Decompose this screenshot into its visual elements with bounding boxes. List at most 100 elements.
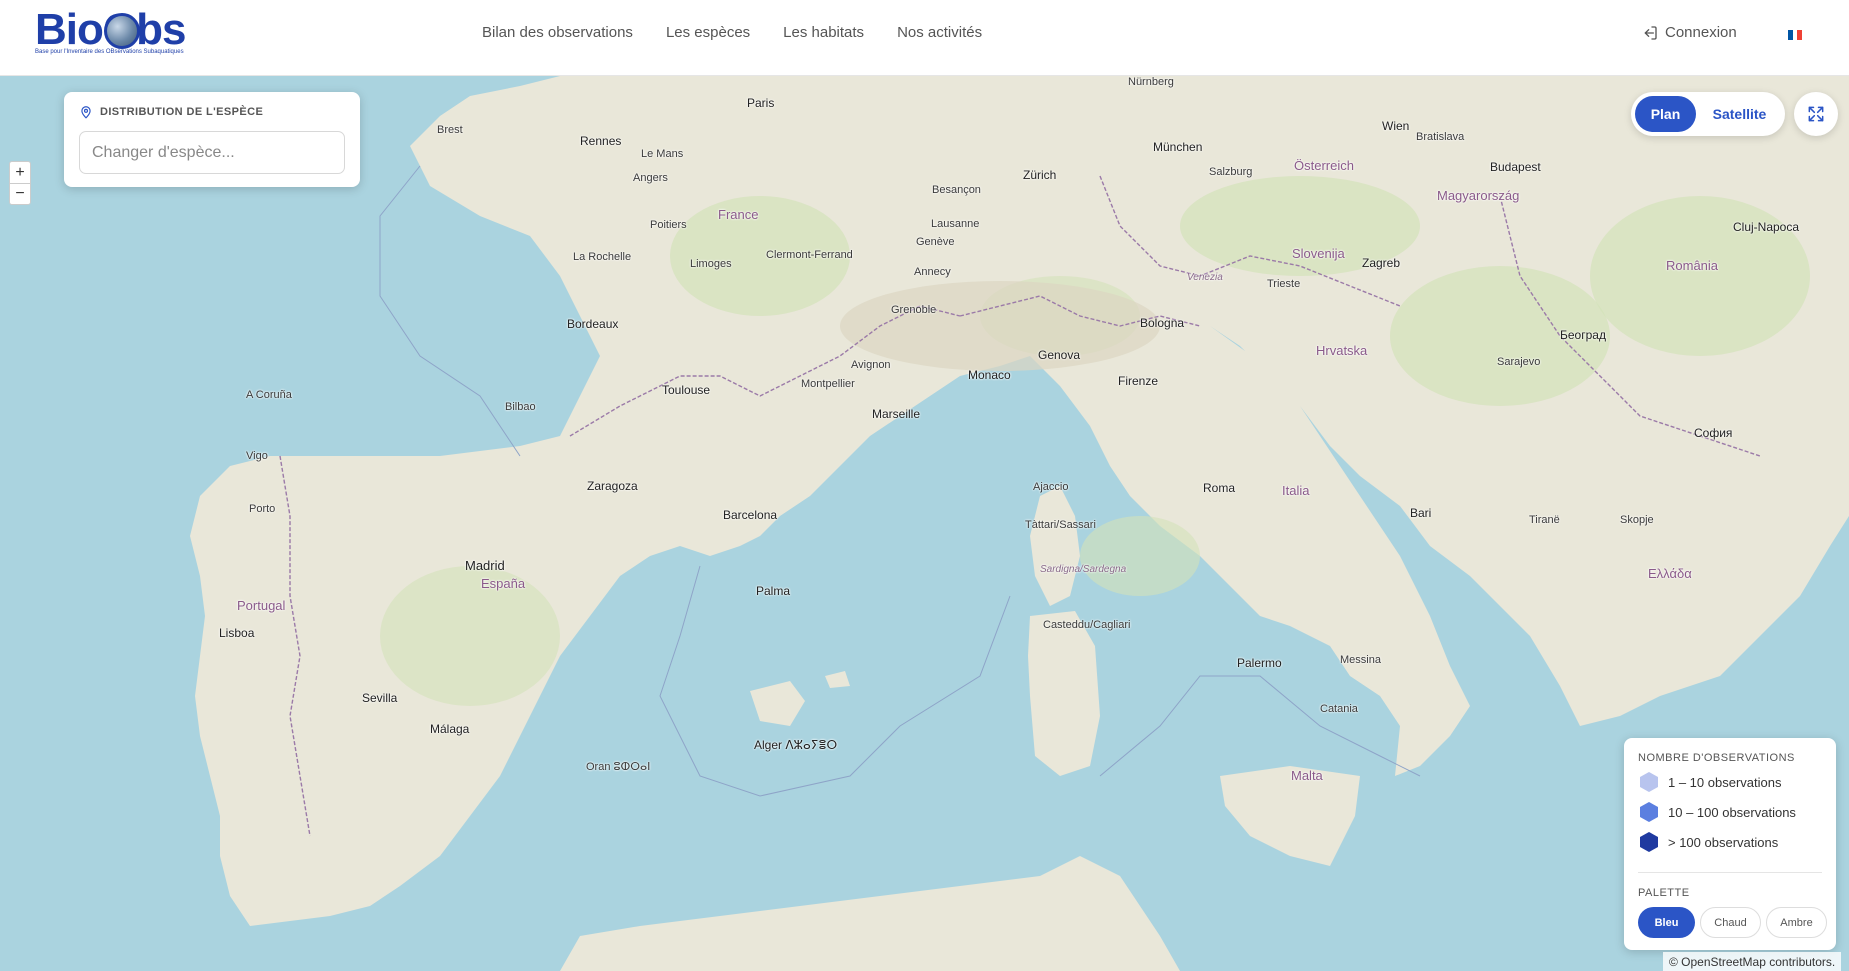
place-budapest: Budapest [1490,160,1541,174]
land-mallorca [750,681,805,726]
land-sardinia [1028,611,1100,776]
place-genova: Genova [1038,348,1081,362]
place-munchen: München [1153,140,1203,154]
place-clermont: Clermont-Ferrand [766,249,853,261]
bioobs-logo[interactable]: BioObs Base pour l'Inventaire des OBserv… [35,8,195,62]
place-skopje: Skopje [1620,514,1654,526]
land-menorca [825,671,850,688]
main-nav: Bilan des observations Les espèces Les h… [482,24,982,41]
species-search-input[interactable] [79,131,345,174]
species-panel-title: DISTRIBUTION DE L'ESPÈCE [100,106,264,118]
place-montpellier: Montpellier [801,378,855,390]
place-cluj: Cluj-Napoca [1733,220,1800,234]
place-porto: Porto [249,503,276,515]
place-rennes: Rennes [580,134,622,148]
place-malta: Malta [1291,768,1323,783]
place-trieste: Trieste [1267,278,1301,290]
place-salzburg: Salzburg [1209,166,1253,178]
place-annecy: Annecy [914,266,951,278]
place-poitiers: Poitiers [650,219,687,231]
nav-habitats[interactable]: Les habitats [783,24,864,41]
place-osterreich: Österreich [1294,158,1354,173]
place-sarajevo: Sarajevo [1497,356,1541,368]
maritime-line [1099,675,1421,777]
zoom-in-button[interactable]: + [10,162,30,183]
place-sassari: Tàttari/Sassari [1025,519,1096,531]
place-bari: Bari [1410,506,1432,520]
place-madrid: Madrid [465,558,505,573]
place-angers: Angers [633,172,668,184]
place-grenoble: Grenoble [891,304,937,316]
place-slovenija: Slovenija [1292,246,1345,261]
land-corsica [1030,486,1080,606]
hexagon-icon [1640,802,1658,822]
place-bratislava: Bratislava [1416,131,1465,143]
place-wien: Wien [1382,119,1410,133]
place-besancon: Besançon [932,184,981,196]
zoom-control: + − [9,161,31,205]
place-oran: Oran ⵓⵀⵔⴰⵏ [586,761,651,773]
place-espana: España [481,576,526,591]
map-view[interactable]: Paris Rennes Brest Le Mans Angers Poitie… [0,76,1849,971]
forest-patch [1080,516,1200,596]
place-malaga: Málaga [430,722,470,736]
place-toulouse: Toulouse [662,383,711,397]
place-romania: România [1666,258,1719,273]
place-brest: Brest [437,124,463,136]
land-north-africa [560,856,1180,971]
palette-selector: Bleu Chaud Ambre [1638,907,1827,938]
land-sicily [1220,766,1360,866]
species-panel-header: DISTRIBUTION DE L'ESPÈCE [79,105,263,119]
legend-label: 10 – 100 observations [1668,804,1796,820]
map-attribution: © OpenStreetMap contributors. [1663,952,1842,971]
place-magyarorszag: Magyarország [1437,188,1520,203]
osm-attribution-link[interactable]: © OpenStreetMap contributors. [1669,955,1835,969]
place-palma: Palma [756,584,791,598]
place-greece: Ελλάδα [1648,566,1692,581]
place-zurich: Zürich [1023,168,1057,182]
place-marseille: Marseille [872,407,921,421]
place-lausanne: Lausanne [931,218,980,230]
place-venezia: Venezia [1187,272,1223,283]
place-limoges: Limoges [690,258,732,270]
place-a-coruna: A Coruña [246,389,292,401]
login-icon [1644,25,1657,40]
place-lisboa: Lisboa [219,626,255,640]
palette-bleu-button[interactable]: Bleu [1638,907,1695,938]
alps-relief [840,281,1160,371]
french-flag-icon[interactable] [1788,30,1803,40]
hexagon-icon [1640,832,1658,852]
legend-item-low: 1 – 10 observations [1638,771,1781,793]
nav-bilan-observations[interactable]: Bilan des observations [482,24,633,41]
legend-item-high: > 100 observations [1638,831,1778,853]
place-zaragoza: Zaragoza [587,479,638,493]
legend-label: > 100 observations [1668,834,1779,850]
palette-ambre-button[interactable]: Ambre [1766,907,1827,938]
login-label: Connexion [1665,24,1737,41]
place-sardegna: Sardigna/Sardegna [1040,564,1127,575]
login-button[interactable]: Connexion [1642,24,1737,41]
palette-chaud-button[interactable]: Chaud [1700,907,1761,938]
place-bilbao: Bilbao [505,401,536,413]
place-sofia: София [1694,426,1733,440]
satellite-layer-button[interactable]: Satellite [1702,96,1777,132]
place-france: France [718,207,759,222]
map-basemap [0,76,1849,971]
fullscreen-button[interactable] [1794,92,1838,136]
place-vigo: Vigo [246,450,268,462]
species-distribution-panel: DISTRIBUTION DE L'ESPÈCE [64,92,360,187]
place-sevilla: Sevilla [362,691,398,705]
land-europe [0,76,1849,926]
nav-activites[interactable]: Nos activités [897,24,982,41]
logo-globe-icon [104,13,140,49]
nav-especes[interactable]: Les espèces [666,24,750,41]
logo-tagline: Base pour l'Inventaire des OBservations … [35,49,184,55]
place-monaco: Monaco [968,368,1011,382]
legend-item-mid: 10 – 100 observations [1638,801,1796,823]
place-portugal: Portugal [237,598,286,613]
zoom-out-button[interactable]: − [10,183,30,204]
place-le-mans: Le Mans [641,148,684,160]
plan-layer-button[interactable]: Plan [1635,96,1696,132]
place-ajaccio: Ajaccio [1033,481,1069,493]
place-italia: Italia [1282,483,1310,498]
